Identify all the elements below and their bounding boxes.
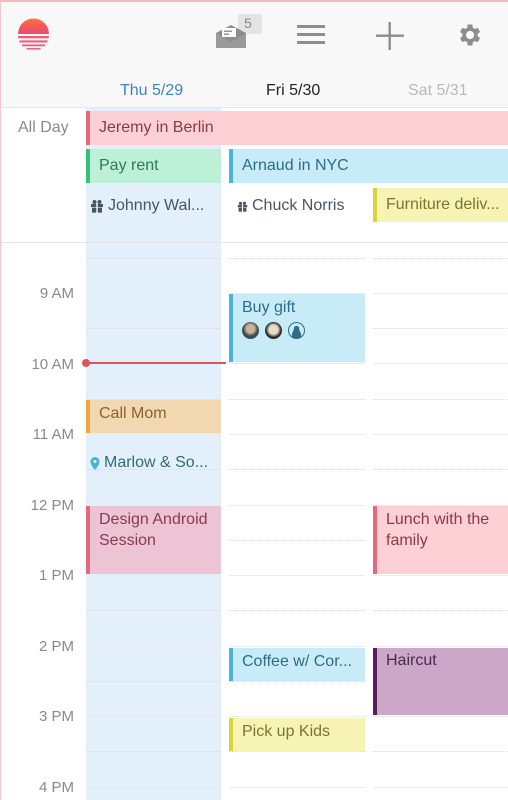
hour-gridline — [373, 716, 508, 717]
hour-label-1pm: 1 PM — [38, 567, 74, 584]
day-header-fri[interactable]: Fri 5/30 — [266, 82, 320, 100]
event-title: Haircut — [386, 652, 437, 669]
event-call-mom[interactable]: Call Mom — [86, 400, 221, 433]
half-hour-gridline — [86, 258, 221, 259]
hour-gridline — [373, 293, 508, 294]
event-haircut[interactable]: Haircut — [373, 648, 508, 715]
hour-gridline — [86, 787, 221, 788]
event-title: Coffee w/ Cor... — [242, 653, 352, 670]
inbox-badge-count: 5 — [244, 15, 252, 31]
event-title: Jeremy in Berlin — [99, 119, 214, 136]
hour-gridline — [229, 787, 365, 788]
hour-label-4pm: 4 PM — [38, 779, 74, 796]
half-hour-gridline — [373, 328, 508, 329]
location-pin-icon — [90, 456, 100, 470]
attendee-avatar-placeholder-icon[interactable] — [288, 322, 305, 339]
half-hour-gridline — [373, 469, 508, 470]
hour-gridline — [86, 716, 221, 717]
event-title: Buy gift — [242, 299, 296, 316]
menu-icon[interactable] — [297, 25, 325, 45]
hour-gridline — [229, 505, 365, 506]
event-title: Lunch with the family — [386, 511, 490, 549]
half-hour-gridline — [229, 469, 365, 470]
half-hour-gridline — [86, 751, 221, 752]
attendee-avatar-1[interactable] — [242, 322, 259, 339]
event-title: Arnaud in NYC — [242, 157, 349, 174]
allday-event-birthday-chuck[interactable]: Chuck Norris — [237, 189, 344, 223]
allday-event-arnaud-in-nyc[interactable]: Arnaud in NYC — [229, 149, 508, 183]
allday-event-pay-rent[interactable]: Pay rent — [86, 149, 221, 183]
half-hour-gridline — [373, 258, 508, 259]
event-title: Furniture deliv... — [386, 196, 500, 213]
hour-label-10am: 10 AM — [31, 356, 74, 373]
event-title: Design Android Session — [99, 511, 208, 549]
hour-gridline — [373, 787, 508, 788]
attendee-avatar-2[interactable] — [265, 322, 282, 339]
half-hour-gridline — [229, 751, 365, 752]
event-title: Call Mom — [99, 405, 167, 422]
half-hour-gridline — [373, 399, 508, 400]
allday-event-furniture-delivery[interactable]: Furniture deliv... — [373, 188, 508, 222]
event-title: Johnny Wal... — [108, 197, 205, 214]
add-icon[interactable] — [376, 22, 404, 50]
hour-label-3pm: 3 PM — [38, 708, 74, 725]
current-time-dot — [82, 359, 90, 367]
gift-icon — [91, 200, 103, 213]
event-buy-gift[interactable]: Buy gift — [229, 294, 365, 362]
gift-icon — [237, 201, 248, 212]
half-hour-gridline — [229, 610, 365, 611]
current-time-line — [86, 362, 226, 364]
half-hour-gridline — [229, 258, 365, 259]
settings-icon[interactable] — [455, 21, 483, 49]
hour-label-11am: 11 AM — [32, 426, 74, 443]
hour-gridline — [86, 646, 221, 647]
hour-gridline — [229, 575, 365, 576]
event-title: Chuck Norris — [252, 197, 345, 214]
hour-label-9am: 9 AM — [39, 285, 74, 302]
event-title: Marlow & So... — [104, 454, 209, 471]
event-design-android-session[interactable]: Design Android Session — [86, 506, 221, 574]
hour-gridline — [229, 716, 365, 717]
half-hour-gridline — [86, 681, 221, 682]
hour-gridline — [86, 575, 221, 576]
hour-label-12pm: 12 PM — [30, 497, 74, 514]
event-title: Pay rent — [99, 157, 159, 174]
half-hour-gridline — [86, 328, 221, 329]
half-hour-gridline — [229, 399, 365, 400]
half-hour-gridline — [229, 540, 365, 541]
hour-gridline — [229, 646, 365, 647]
hour-label-2pm: 2 PM — [38, 638, 74, 655]
half-hour-gridline — [86, 610, 221, 611]
hour-gridline — [86, 434, 221, 435]
half-hour-gridline — [373, 610, 508, 611]
event-pick-up-kids[interactable]: Pick up Kids — [229, 718, 365, 751]
hour-gridline — [229, 363, 365, 364]
hour-gridline — [86, 293, 221, 294]
all-day-label: All Day — [18, 119, 69, 136]
event-marlow-and-sons[interactable]: Marlow & So... — [90, 446, 208, 480]
hour-gridline — [373, 363, 508, 364]
allday-event-jeremy-in-berlin[interactable]: Jeremy in Berlin — [86, 111, 508, 145]
allday-event-birthday-johnny[interactable]: Johnny Wal... — [90, 189, 204, 223]
event-lunch-with-the-family[interactable]: Lunch with the family — [373, 506, 508, 574]
half-hour-gridline — [229, 681, 365, 682]
hour-gridline — [373, 434, 508, 435]
attendee-avatars — [242, 322, 365, 339]
sunrise-logo-icon[interactable] — [17, 17, 50, 50]
all-day-divider — [0, 242, 508, 243]
inbox-icon[interactable] — [214, 14, 262, 50]
day-header-sat[interactable]: Sat 5/31 — [408, 82, 468, 100]
event-coffee-with-cor[interactable]: Coffee w/ Cor... — [229, 648, 365, 681]
day-header-thu[interactable]: Thu 5/29 — [120, 82, 183, 100]
event-title: Pick up Kids — [242, 723, 331, 740]
hour-gridline — [373, 646, 508, 647]
hour-gridline — [229, 434, 365, 435]
half-hour-gridline — [373, 751, 508, 752]
hour-gridline — [373, 575, 508, 576]
